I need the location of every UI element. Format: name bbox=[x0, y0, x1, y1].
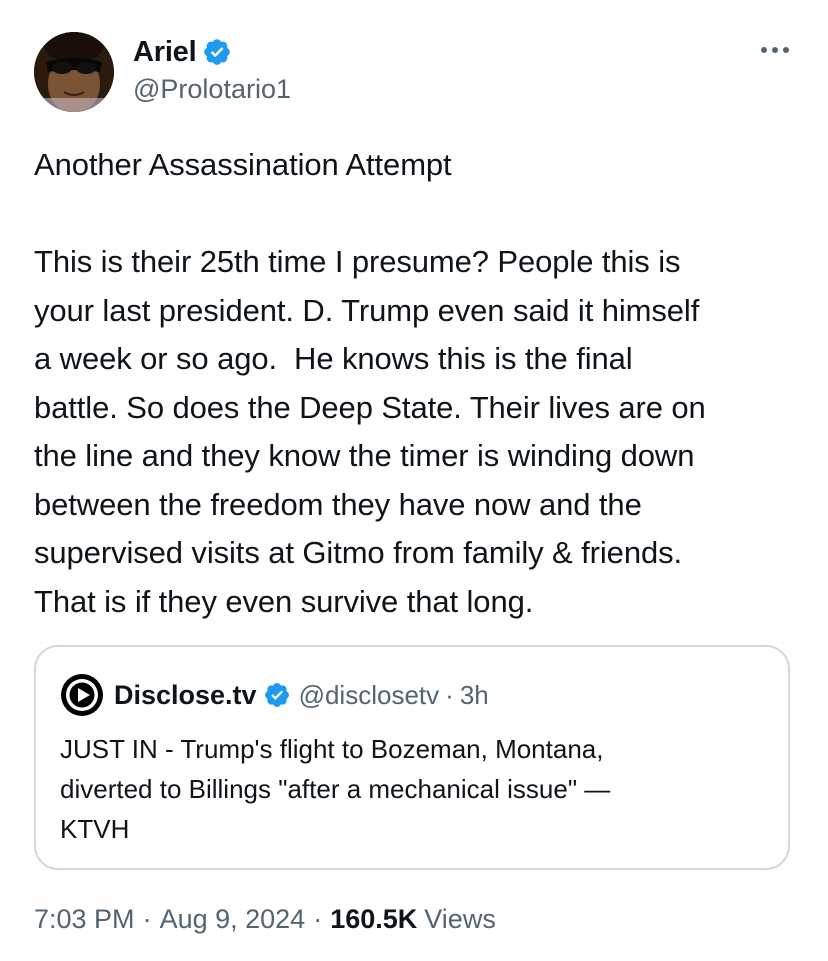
quoted-tweet-card[interactable]: Disclose.tv @disclosetv · 3h JUST IN - T… bbox=[34, 645, 790, 870]
verified-badge-icon[interactable] bbox=[202, 37, 232, 67]
quoted-display-name[interactable]: Disclose.tv bbox=[114, 680, 257, 711]
tweet-body-text: Another Assassination Attempt This is th… bbox=[34, 147, 706, 619]
quoted-timestamp[interactable]: 3h bbox=[460, 680, 489, 711]
meta-separator: · bbox=[142, 904, 152, 934]
disclose-logo-icon[interactable] bbox=[60, 673, 104, 717]
tweet-date[interactable]: Aug 9, 2024 bbox=[160, 904, 306, 935]
more-horizontal-icon bbox=[761, 47, 789, 53]
tweet-page: Ariel @Prolotario1 Another Assassination… bbox=[0, 0, 828, 961]
avatar-image bbox=[34, 32, 114, 112]
author-avatar[interactable] bbox=[34, 32, 114, 112]
author-name-row: Ariel bbox=[133, 32, 232, 72]
more-options-button[interactable] bbox=[758, 40, 792, 60]
tweet-time[interactable]: 7:03 PM bbox=[34, 904, 135, 935]
verified-badge-icon bbox=[263, 681, 291, 709]
author-display-name[interactable]: Ariel bbox=[133, 36, 197, 69]
quoted-separator: · bbox=[445, 679, 454, 710]
author-handle[interactable]: @Prolotario1 bbox=[133, 74, 291, 105]
tweet-meta: 7:03 PM · Aug 9, 2024 · 160.5K Views bbox=[34, 904, 496, 935]
quoted-tweet-text: JUST IN - Trump's flight to Bozeman, Mon… bbox=[60, 734, 611, 844]
quoted-tweet-header: Disclose.tv @disclosetv · 3h bbox=[60, 674, 489, 716]
views-count: 160.5K bbox=[330, 904, 418, 934]
meta-separator: · bbox=[313, 904, 323, 934]
views-label: Views bbox=[424, 904, 496, 934]
quoted-handle[interactable]: @disclosetv bbox=[299, 680, 440, 711]
